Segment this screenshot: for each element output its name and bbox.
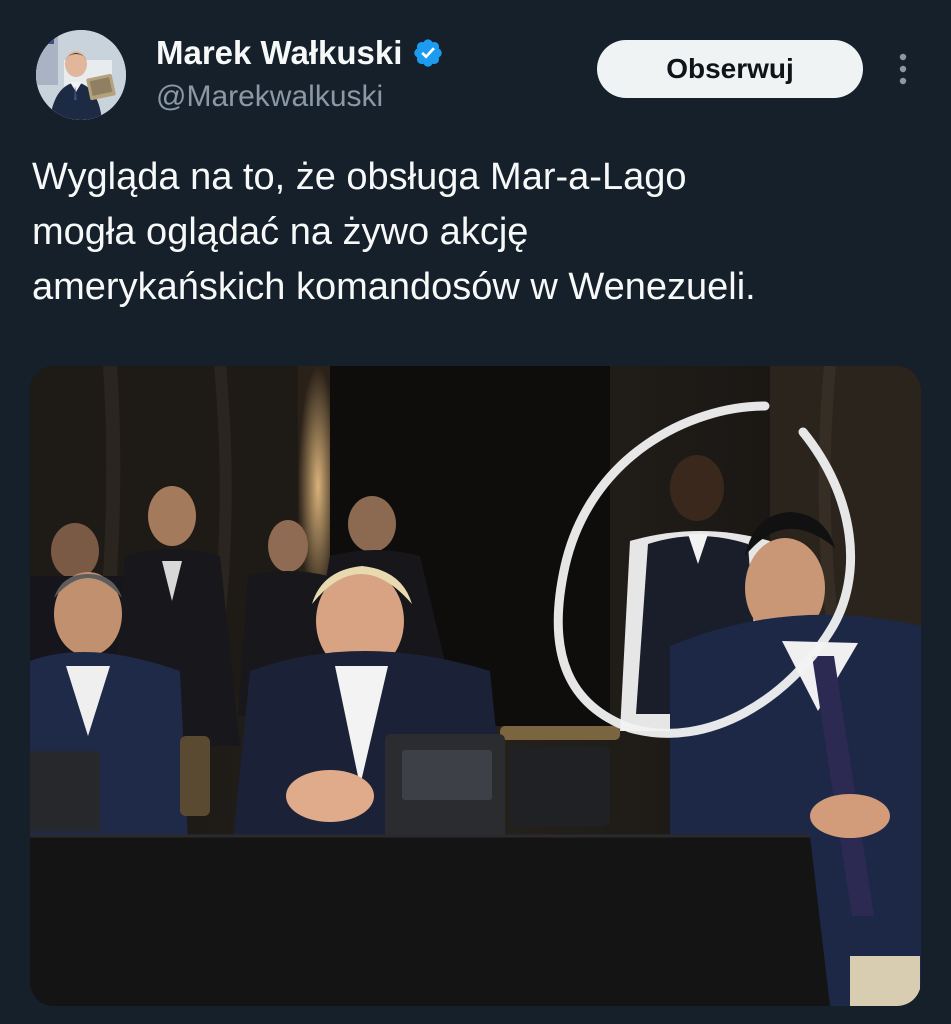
- avatar-photo: [36, 30, 126, 120]
- tweet-text-line: mogła oglądać na żywo akcję: [32, 211, 529, 253]
- avatar[interactable]: [36, 30, 126, 120]
- tweet-text: Wygląda na to, że obsługa Mar-a-Lago mog…: [32, 150, 912, 315]
- follow-button[interactable]: Obserwuj: [597, 40, 863, 98]
- tweet-card: Marek Wałkuski @Marekwalkuski Obserwuj W…: [0, 0, 951, 1024]
- author-display-name[interactable]: Marek Wałkuski: [156, 34, 402, 72]
- verified-badge-icon: [414, 39, 443, 67]
- author-name-row: Marek Wałkuski: [156, 34, 444, 72]
- media-image: [30, 366, 921, 1006]
- more-vertical-icon: [899, 53, 907, 85]
- author-handle[interactable]: @Marekwalkuski: [156, 80, 383, 114]
- tweet-text-line: Wygląda na to, że obsługa Mar-a-Lago: [32, 156, 687, 198]
- tweet-text-line: amerykańskich komandosów w Wenezueli.: [32, 266, 756, 308]
- more-options-button[interactable]: [886, 46, 920, 92]
- tweet-media-photo[interactable]: [30, 366, 921, 1006]
